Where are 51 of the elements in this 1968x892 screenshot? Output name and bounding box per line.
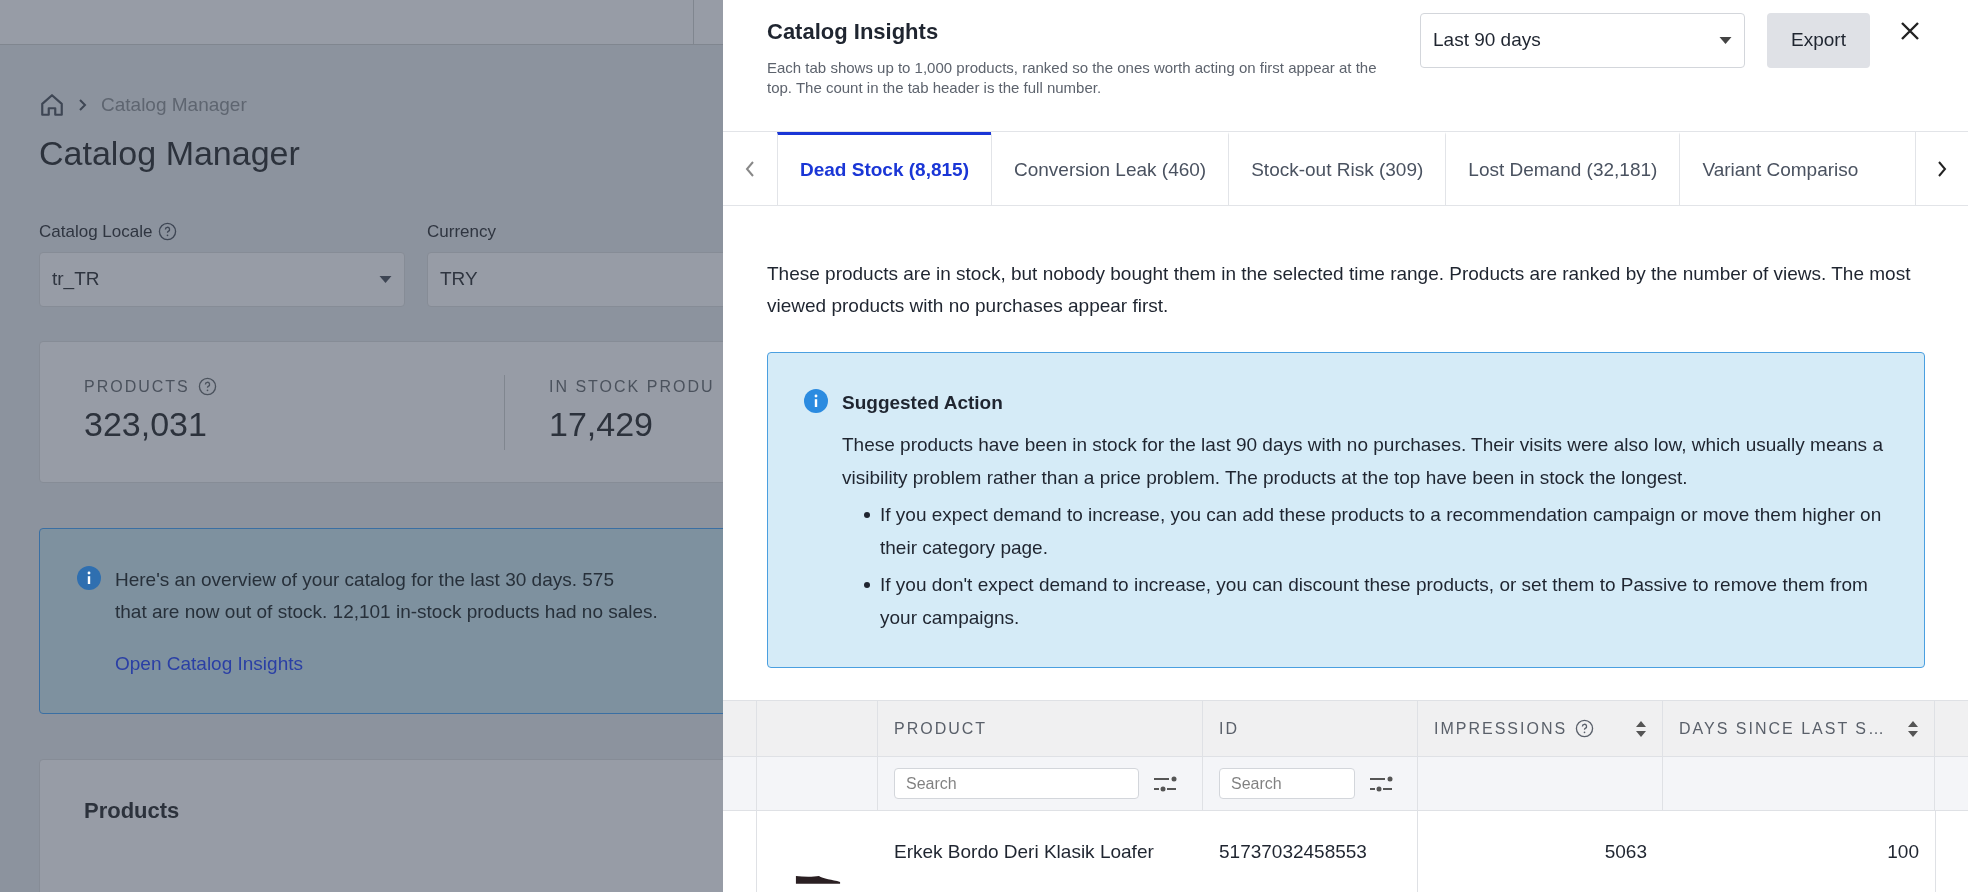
suggestion-title: Suggested Action [842,391,1004,415]
field-label: Catalog Locale [39,220,153,243]
info-icon [77,566,101,590]
page-title: Catalog Manager [39,132,301,174]
stat-value: 323,031 [84,403,208,445]
stat-label: IN STOCK PRODU [549,376,715,397]
notice-text: that are now out of stock. 12,101 in-stock products had no sales. [115,600,658,624]
filter-icon[interactable] [1369,775,1393,792]
suggestion-bullet: If you expect demand to increase, you can add these products to a recommendation campaign or move them higher on their category page. [880,502,1883,560]
suggestion-text: These products have been in stock for the last 90 days with no purchases. Their visits were also low, which usually means a visibility problem rather than a price problem. The products at the top have been in stock the longest. [842,432,1884,490]
column-header: ID [1219,718,1239,739]
home-icon[interactable] [39,92,65,119]
info-icon [804,389,828,413]
chevron-left-icon[interactable] [745,160,755,177]
tab-description: These products are in stock, but nobody bought them in the selected time range. Products are ranked by the number of views. The most viewed products with no purchases appear first. [767,262,1912,318]
table-cell-text: 5063 [1604,839,1647,864]
search-field[interactable]: Search [894,768,1139,799]
date-range-select[interactable]: Last 90 days [1420,13,1745,68]
stat-label: PRODUCTS [84,376,190,397]
sort-icon[interactable] [1636,720,1646,737]
column-header: DAYS SINCE LAST S… [1679,718,1886,739]
stat-value: 17,429 [549,403,654,445]
tab[interactable]: Stock-out Risk (309) [1228,132,1446,205]
shoe-icon [793,873,842,885]
column-header: IMPRESSIONS [1434,718,1568,739]
close-icon[interactable] [1900,21,1920,41]
notice-text: Here's an overview of your catalog for the last 30 days. 575 [115,568,615,592]
drawer-subtitle: Each tab shows up to 1,000 products, ranked so the ones worth acting on first appear at the top. The count in the tab header is the full number. [767,58,1378,98]
table-cell-text: 100 [1887,839,1919,864]
table-cell-text: Erkek Bordo Deri Klasik Loafer [894,839,1154,864]
select-field[interactable]: tr_TR [39,252,405,307]
tab[interactable]: Lost Demand (32,181) [1445,132,1680,205]
chevron-right-icon [79,99,87,112]
card-title: Products [84,798,180,823]
suggestion-bullet: If you don't expect demand to increase, you can discount these products, or set them to Passive to remove them from your campaigns. [880,572,1869,630]
select-field[interactable]: TRY [427,252,723,307]
export-button[interactable]: Export [1767,13,1870,68]
tab[interactable]: Conversion Leak (460) [990,132,1229,205]
filter-icon[interactable] [1153,775,1177,792]
field-label: Currency [427,220,496,243]
search-field[interactable]: Search [1219,768,1355,799]
bullet-icon [864,581,870,588]
column-header: PRODUCT [894,718,988,739]
drawer-title: Catalog Insights [767,18,940,46]
tab[interactable]: Variant Compariso [1679,132,1881,205]
bullet-icon [864,511,870,518]
sort-icon[interactable] [1908,720,1918,737]
caret-icon [1719,36,1732,45]
tab[interactable]: Dead Stock (8,815) [777,132,991,205]
table-cell-text: 51737032458553 [1219,839,1367,864]
chevron-right-icon[interactable] [1937,160,1947,177]
